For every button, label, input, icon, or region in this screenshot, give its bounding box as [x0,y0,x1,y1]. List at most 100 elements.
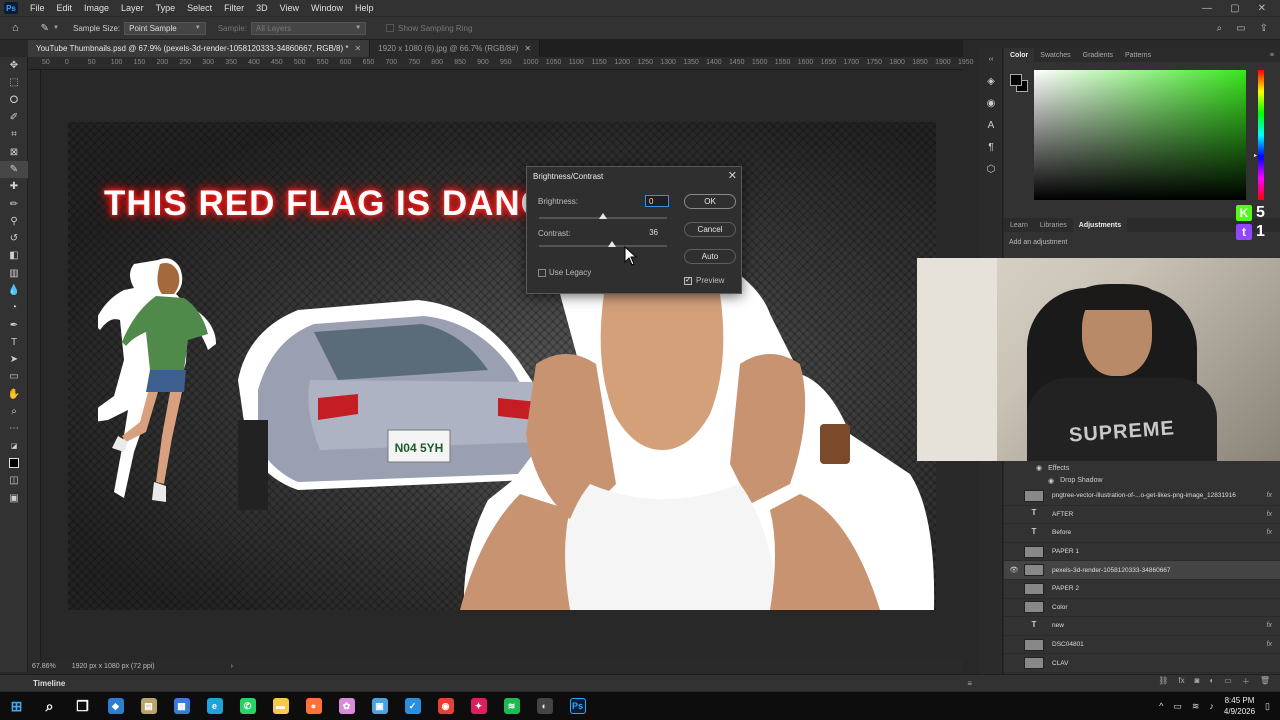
layer-row[interactable]: T AFTER fx [1004,506,1280,525]
crop-tool-icon[interactable]: ⌗ [0,126,28,143]
character-panel-icon[interactable]: A [979,114,1003,136]
more-tools-icon[interactable]: ⋯ [0,420,28,437]
marquee-tool-icon[interactable]: ⬚ [0,74,28,91]
close-tab-icon[interactable]: ✕ [354,44,361,53]
menu-select[interactable]: Select [181,3,218,13]
document-tab[interactable]: YouTube Thumbnails.psd @ 67.9% (pexels-3… [28,40,371,57]
artboard[interactable]: THIS RED FLAG IS DANGER N04 5YH [68,122,936,610]
layer-row[interactable]: 👁 pexels-3d-render-1058120333-34860667 [1004,561,1280,580]
store-icon[interactable]: ◆ [99,692,132,720]
foreground-color-swatch[interactable] [1010,74,1022,86]
task-view-icon[interactable]: ❐ [66,692,99,720]
new-adjustment-icon[interactable]: ◐ [1209,676,1214,692]
hue-slider[interactable] [1258,70,1264,200]
paint-icon[interactable]: ✿ [330,692,363,720]
share-icon[interactable]: ⇪ [1260,23,1268,34]
history-brush-tool-icon[interactable]: ↺ [0,230,28,247]
minimize-icon[interactable]: — [1202,3,1212,14]
tab-swatches[interactable]: Swatches [1034,48,1076,62]
layer-fx-icon[interactable]: fx [1267,622,1272,629]
paragraph-panel-icon[interactable]: ¶ [979,136,1003,158]
layer-row[interactable]: PAPER 2 [1004,580,1280,599]
layer-row[interactable]: PAPER 1 [1004,543,1280,562]
eyedropper-tool-icon[interactable]: ✎ [41,23,49,34]
contrast-input[interactable]: 36 [638,227,662,239]
blur-tool-icon[interactable]: 💧 [0,282,28,299]
drop-shadow-visibility-icon[interactable]: ◉ [1048,477,1054,485]
ok-button[interactable]: OK [684,194,736,209]
menu-3d[interactable]: 3D [250,3,274,13]
effects-row[interactable]: ◉ Effects [1004,462,1280,475]
new-group-icon[interactable]: ▭ [1224,676,1232,692]
home-icon[interactable]: ⌂ [12,22,19,34]
menu-window[interactable]: Window [305,3,349,13]
color-panel-menu-icon[interactable]: ≡ [1264,48,1280,62]
menu-filter[interactable]: Filter [218,3,250,13]
tab-patterns[interactable]: Patterns [1119,48,1157,62]
close-window-icon[interactable]: ✕ [1258,3,1266,14]
vscode-icon[interactable]: ✓ [396,692,429,720]
dodge-tool-icon[interactable]: ◔ [0,299,28,316]
show-ring-checkbox[interactable] [386,24,395,32]
layer-fx-icon[interactable]: fx [1267,492,1272,499]
zoom-level[interactable]: 67.86% [32,663,56,670]
layer-fx-icon[interactable]: fx [1267,641,1272,648]
tab-adjustments[interactable]: Adjustments [1072,218,1128,232]
delete-layer-icon[interactable]: 🗑 [1260,676,1270,692]
menu-image[interactable]: Image [78,3,115,13]
tab-gradients[interactable]: Gradients [1077,48,1119,62]
layer-row[interactable]: pngtree-vector-illustration-of-...o-get-… [1004,487,1280,506]
layer-row[interactable]: Tnew fx [1004,617,1280,636]
layer-fx-icon[interactable]: fx [1267,511,1272,518]
chrome-icon[interactable]: ◉ [429,692,462,720]
frame-tool-icon[interactable]: ⊠ [0,143,28,160]
volume-icon[interactable]: ♪ [1209,701,1214,711]
screen-mode-icon[interactable]: ▣ [0,489,28,506]
default-colors-icon[interactable]: ◪ [0,438,28,455]
use-legacy-checkbox[interactable] [538,269,546,277]
search-icon[interactable]: ⌕ [33,692,66,720]
foreground-background-swatch[interactable] [0,455,28,472]
brightness-slider-thumb[interactable] [599,213,607,219]
eraser-tool-icon[interactable]: ◧ [0,247,28,264]
layer-fx-icon[interactable]: fx [1267,529,1272,536]
type-tool-icon[interactable]: T [0,334,28,351]
preview-checkbox[interactable]: ✓ [684,277,692,285]
healing-brush-tool-icon[interactable]: ✚ [0,178,28,195]
gradient-tool-icon[interactable]: ▥ [0,265,28,282]
eyedropper-tool-icon[interactable]: ✎ [0,160,28,179]
tab-learn[interactable]: Learn [1004,218,1034,232]
add-style-icon[interactable]: fx [1178,676,1184,692]
color-picker-field[interactable] [1034,70,1246,200]
menu-view[interactable]: View [274,3,305,13]
workspace-icon[interactable]: ▭ [1236,23,1245,34]
network-icon[interactable]: ▭ [1173,701,1182,712]
timeline-menu-icon[interactable]: ≡ [967,679,972,688]
sample-select[interactable]: All Layers ▼ [251,21,367,35]
3d-panel-icon[interactable]: ⬡ [979,158,1003,180]
clock[interactable]: 8:45 PM 4/9/2026 [1224,695,1255,717]
cancel-button[interactable]: Cancel [684,222,736,237]
app-icon[interactable]: ▤ [132,692,165,720]
whatsapp-icon[interactable]: ✆ [231,692,264,720]
dialog-close-icon[interactable]: ✕ [728,169,737,182]
photoshop-icon[interactable]: Ps [561,692,594,720]
app-icon-dark[interactable]: ◐ [528,692,561,720]
layer-row[interactable]: CLAV [1004,654,1280,673]
brightness-input[interactable]: 0 [645,195,669,207]
layer-visibility-icon[interactable]: 👁 [1004,566,1024,574]
maximize-icon[interactable]: ▢ [1230,3,1239,14]
quick-mask-icon[interactable]: ◫ [0,472,28,489]
layer-row[interactable]: Color [1004,599,1280,618]
spotify-icon[interactable]: ≋ [495,692,528,720]
menu-layer[interactable]: Layer [115,3,150,13]
zoom-tool-icon[interactable]: ⌕ [0,403,28,420]
slack-icon[interactable]: ✦ [462,692,495,720]
wifi-icon[interactable]: ≋ [1192,701,1200,712]
sample-size-select[interactable]: Point Sample ▼ [124,21,206,35]
link-layers-icon[interactable]: ⛓ [1158,676,1168,692]
path-select-tool-icon[interactable]: ➤ [0,351,28,368]
layer-row[interactable]: DSC04801 fx [1004,636,1280,655]
quick-select-tool-icon[interactable]: ✐ [0,109,28,126]
canvas-area[interactable]: THIS RED FLAG IS DANGER N04 5YH [41,70,963,660]
